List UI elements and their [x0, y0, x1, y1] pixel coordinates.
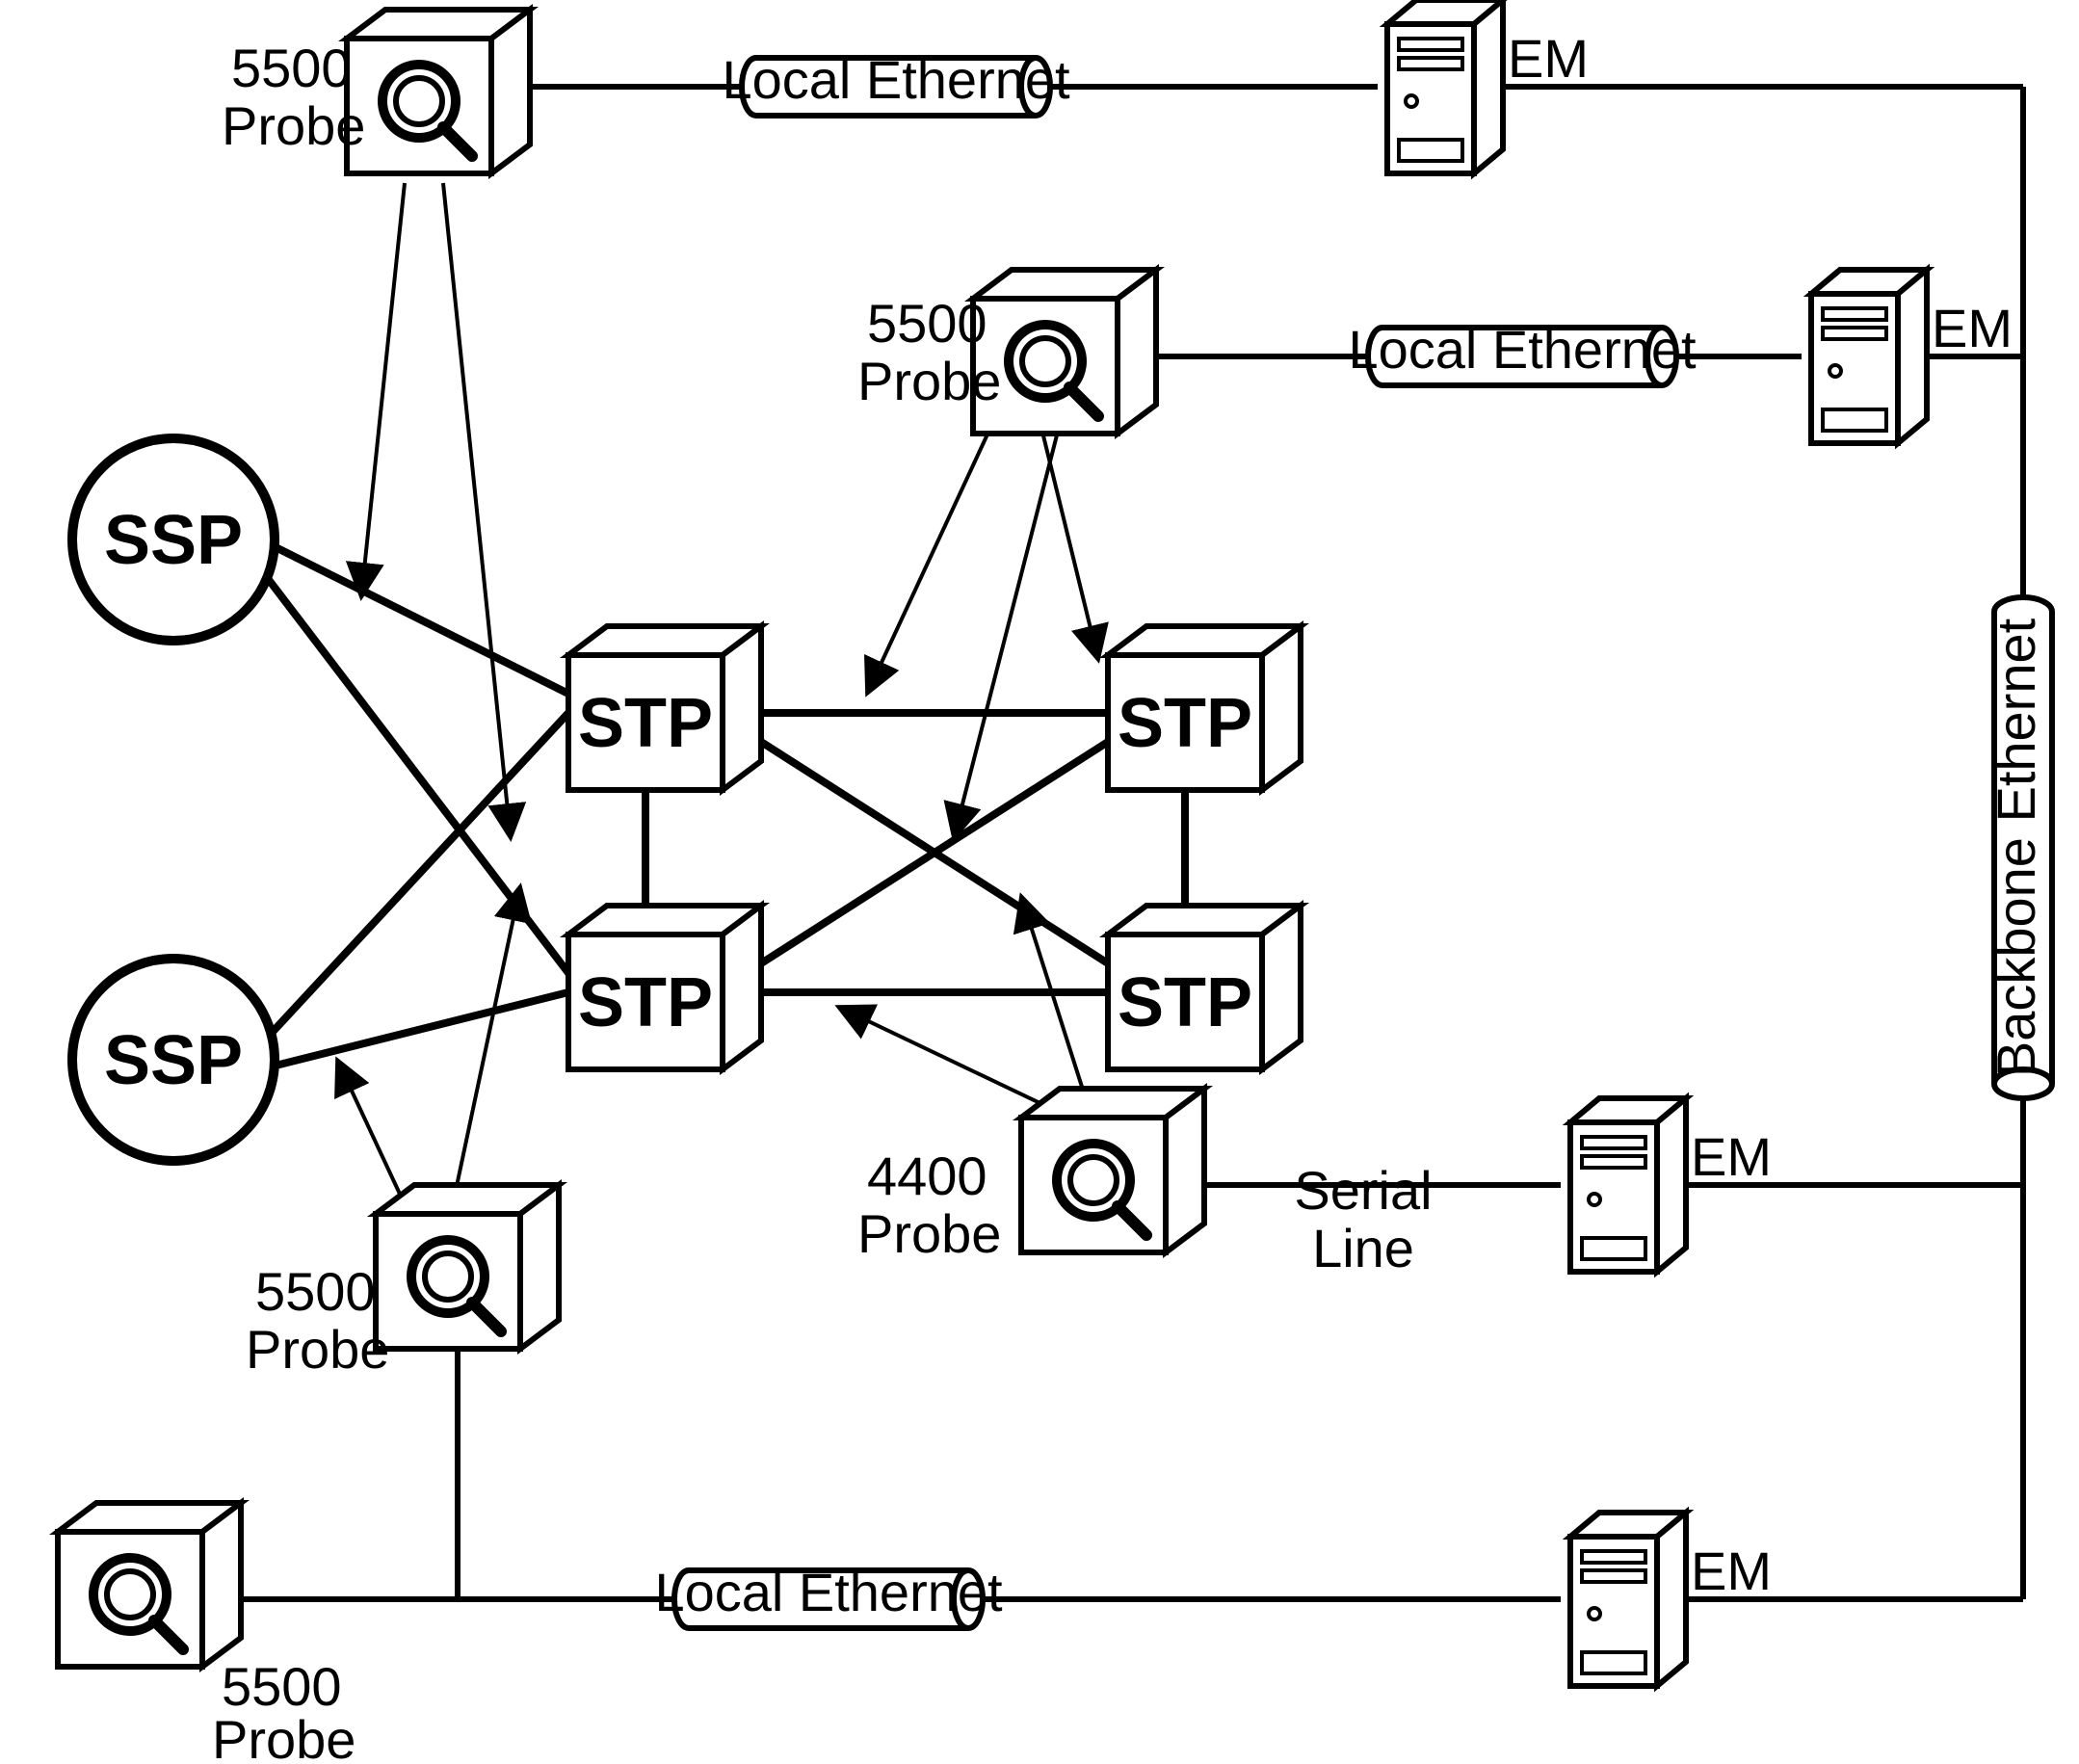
stp-label: STP — [1118, 964, 1252, 1041]
link-label: Backbone Ethernet — [1986, 618, 2046, 1077]
serial-line-label: Line — [1312, 1218, 1414, 1278]
probe-label: 5500 — [867, 293, 987, 354]
em-server-1: EM — [1387, 0, 1589, 173]
magnifier-icon — [376, 1185, 559, 1349]
stp-node-tl: STP — [568, 626, 761, 790]
probe-label: Probe — [857, 1203, 1001, 1264]
magnifier-icon — [1021, 1089, 1204, 1252]
stp-label: STP — [578, 964, 713, 1041]
magnifier-icon — [58, 1503, 241, 1667]
magnifier-icon — [347, 10, 530, 173]
stp-label: STP — [578, 685, 713, 762]
local-ethernet-2: Local Ethernet — [1348, 319, 1697, 385]
em-label: EM — [1932, 298, 2013, 358]
probe-5500-4 — [58, 1503, 241, 1667]
link-label: Local Ethernet — [722, 49, 1070, 110]
em-server-4: EM — [1570, 1513, 1772, 1686]
ssp-label: SSP — [104, 502, 243, 579]
probe-label: Probe — [246, 1319, 389, 1380]
em-label: EM — [1691, 1126, 1772, 1187]
probe-label: 5500 — [255, 1261, 376, 1322]
probe-label: Probe — [857, 351, 1001, 411]
serial-line-label: Serial — [1294, 1160, 1432, 1221]
local-ethernet-1: Local Ethernet — [722, 49, 1070, 116]
backbone-ethernet: Backbone Ethernet — [1986, 597, 2052, 1098]
stp-node-tr: STP — [1108, 626, 1301, 790]
stp-node-br: STP — [1108, 906, 1301, 1069]
probe-5500-3 — [376, 1185, 559, 1349]
ssp-node-2: SSP — [72, 959, 275, 1161]
ssp-node-1: SSP — [72, 438, 275, 641]
server-icon — [1570, 1098, 1686, 1272]
server-icon — [1570, 1513, 1686, 1686]
probe-label: 4400 — [867, 1145, 987, 1206]
server-icon — [1811, 270, 1927, 443]
network-diagram: SSP SSP STP STP STP STP 5500 Probe 5500 … — [0, 0, 2079, 1764]
server-icon — [1387, 0, 1503, 173]
link-label: Local Ethernet — [654, 1562, 1003, 1622]
em-server-3: EM — [1570, 1098, 1772, 1272]
stp-label: STP — [1118, 685, 1252, 762]
em-label: EM — [1508, 28, 1589, 89]
probe-4400 — [1021, 1089, 1204, 1252]
probe-label: 5500 — [231, 38, 352, 98]
em-server-2: EM — [1811, 270, 2013, 443]
link-label: Local Ethernet — [1348, 319, 1697, 380]
em-label: EM — [1691, 1540, 1772, 1601]
probe-label: 5500 — [222, 1656, 342, 1717]
stp-node-bl: STP — [568, 906, 761, 1069]
probe-5500-1 — [347, 10, 530, 173]
ssp-label: SSP — [104, 1022, 243, 1099]
local-ethernet-3: Local Ethernet — [654, 1562, 1003, 1628]
probe-label: Probe — [212, 1709, 355, 1764]
probe-label: Probe — [222, 95, 365, 156]
